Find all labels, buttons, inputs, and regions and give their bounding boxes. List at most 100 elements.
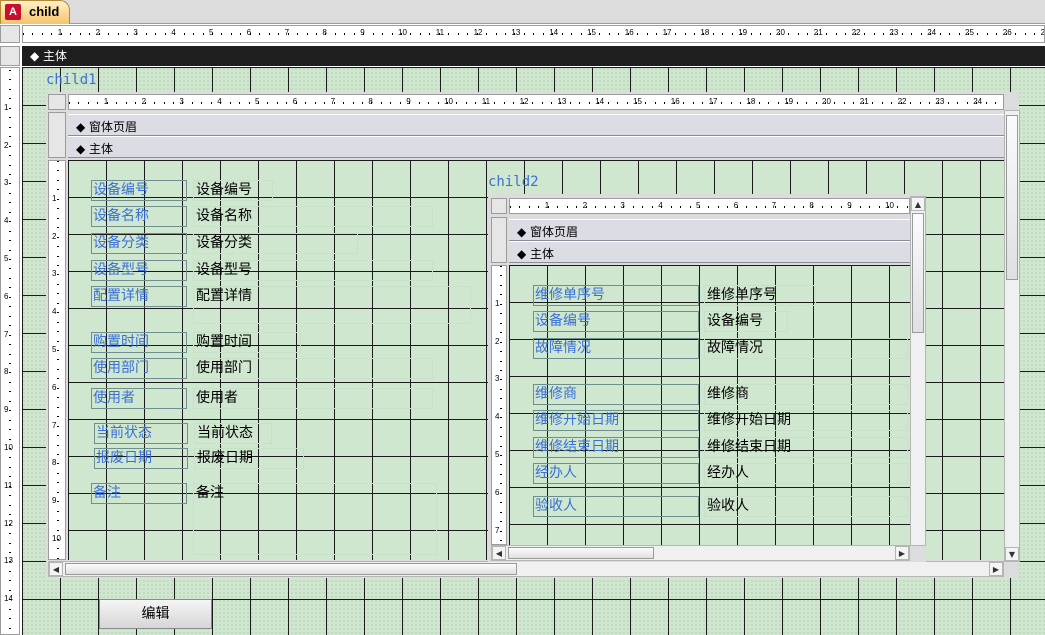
scroll-thumb[interactable] [508,547,654,559]
ruler-tick [9,117,11,119]
ruler-number: 5 [255,97,260,106]
child1-field-label[interactable]: 设备编号 [91,180,187,201]
ruler-tick [859,206,861,208]
child1-field-label[interactable]: 当前状态 [94,423,188,444]
ruler-tick [9,315,11,317]
ruler-tick [57,217,59,219]
ruler-tick [135,102,137,104]
child1-field-label[interactable]: 购置时间 [91,332,187,353]
child2-section-bar-detail[interactable]: ◆ 主体 [509,241,910,263]
ruler-tick [9,419,11,421]
child1-field-textbox[interactable]: 设备分类 [193,233,358,254]
ruler-tick [276,102,278,104]
child1-section-selector[interactable] [48,112,66,158]
child1-field-label[interactable]: 备注 [91,483,187,504]
ruler-tick [486,33,488,35]
child1-field-label[interactable]: 使用者 [91,388,187,409]
child2-field-textbox[interactable]: 维修商 [704,384,908,405]
child1-field-textbox[interactable]: 使用者 [193,388,433,409]
child1-field-textbox[interactable]: 设备名称 [193,206,433,227]
child2-field-textbox[interactable]: 故障情况 [704,338,908,359]
ruler-number: 23 [889,28,899,37]
ruler-tick [651,206,653,208]
child1-field-label[interactable]: 报废日期 [94,448,188,469]
scroll-thumb[interactable] [912,213,924,333]
scroll-thumb[interactable] [65,563,517,575]
scroll-left-icon[interactable]: ◀ [492,546,506,560]
child1-vertical-scrollbar[interactable]: ▼ [1004,110,1020,562]
ruler-tick [864,33,866,35]
child1-field-label[interactable]: 配置详情 [91,286,187,307]
child1-field-textbox[interactable]: 配置详情 [193,286,471,324]
child2-field-textbox[interactable]: 维修开始日期 [704,410,908,431]
child2-field-label[interactable]: 故障情况 [533,338,699,359]
child1-field-textbox[interactable]: 当前状态 [194,423,272,444]
ruler-number: 6 [733,201,739,210]
scroll-right-icon[interactable]: ▶ [989,562,1003,576]
child1-field-textbox[interactable]: 报废日期 [194,448,304,469]
ruler-tick [210,102,212,104]
child2-field-textbox[interactable]: 维修单序号 [704,285,816,306]
ruler-number: 6 [52,382,57,392]
ruler-tick [571,33,573,35]
ruler-tick [9,173,11,175]
child2-vertical-scrollbar[interactable]: ▲ [910,196,926,546]
ruler-number: 4 [4,216,9,226]
ruler-tick [500,521,502,523]
child2-section-selector[interactable] [491,217,507,263]
child1-section-bar-header[interactable]: ◆ 窗体页眉 [68,114,1004,136]
ruler-tick [429,33,431,35]
edit-button[interactable]: 编辑 [99,599,212,629]
child1-field-textbox[interactable]: 设备型号 [193,260,433,281]
scroll-down-icon[interactable]: ▼ [1005,547,1019,561]
child1-section-bar-detail[interactable]: ◆ 主体 [68,136,1004,158]
child1-field-textbox[interactable]: 备注 [193,483,437,555]
child1-field-label[interactable]: 设备名称 [91,206,187,227]
child2-field-label[interactable]: 经办人 [533,463,699,484]
child1-form-selector[interactable] [48,94,66,110]
ruler-number: 24 [927,28,937,37]
child2-field-label[interactable]: 维修商 [533,384,699,405]
child1-field-textbox[interactable]: 使用部门 [193,358,433,379]
ruler-tick [9,400,11,402]
ruler-tick [500,275,502,277]
child2-field-label[interactable]: 维修开始日期 [533,410,699,431]
scroll-right-icon[interactable]: ▶ [895,546,909,560]
ruler-tick [193,33,195,35]
tab-child[interactable]: A child [0,0,70,24]
child2-form-selector[interactable] [491,198,507,214]
ruler-number: 2 [141,97,147,106]
child1-field-label[interactable]: 设备型号 [91,260,187,281]
ruler-tick [9,249,11,251]
ruler-tick [920,33,922,35]
child1-field-textbox[interactable]: 设备编号 [193,180,273,201]
ruler-tick [503,102,505,104]
ruler-tick [853,102,855,104]
ruler-tick [57,520,59,522]
child2-field-textbox[interactable]: 经办人 [704,463,908,484]
form-selector[interactable] [0,25,20,43]
child1-field-label[interactable]: 使用部门 [91,358,187,379]
child2-field-textbox[interactable]: 验收人 [704,496,908,517]
ruler-tick [334,33,336,35]
ruler-number: 21 [859,97,869,106]
child1-field-label[interactable]: 设备分类 [91,233,187,254]
child2-horizontal-scrollbar[interactable]: ◀ ▶ [491,545,910,561]
ruler-tick [57,463,59,465]
scroll-up-icon[interactable]: ▲ [911,197,925,211]
child2-field-label[interactable]: 设备编号 [533,311,699,332]
ruler-tick [268,33,270,35]
scroll-thumb[interactable] [1006,115,1018,280]
child1-horizontal-scrollbar[interactable]: ◀ ▶ [48,561,1004,577]
section-selector[interactable] [0,46,20,66]
ruler-tick [57,189,59,191]
child2-field-label[interactable]: 维修单序号 [533,285,699,306]
scroll-left-icon[interactable]: ◀ [49,562,63,576]
child2-field-textbox[interactable]: 维修结束日期 [704,437,908,458]
child1-field-textbox[interactable]: 购置时间 [193,332,301,353]
child2-field-label[interactable]: 维修结束日期 [533,437,699,458]
section-bar-detail[interactable]: ◆ 主体 [22,46,1045,66]
child2-field-textbox[interactable]: 设备编号 [704,311,788,332]
child2-section-bar-header[interactable]: ◆ 窗体页眉 [509,219,910,241]
child2-field-label[interactable]: 验收人 [533,496,699,517]
